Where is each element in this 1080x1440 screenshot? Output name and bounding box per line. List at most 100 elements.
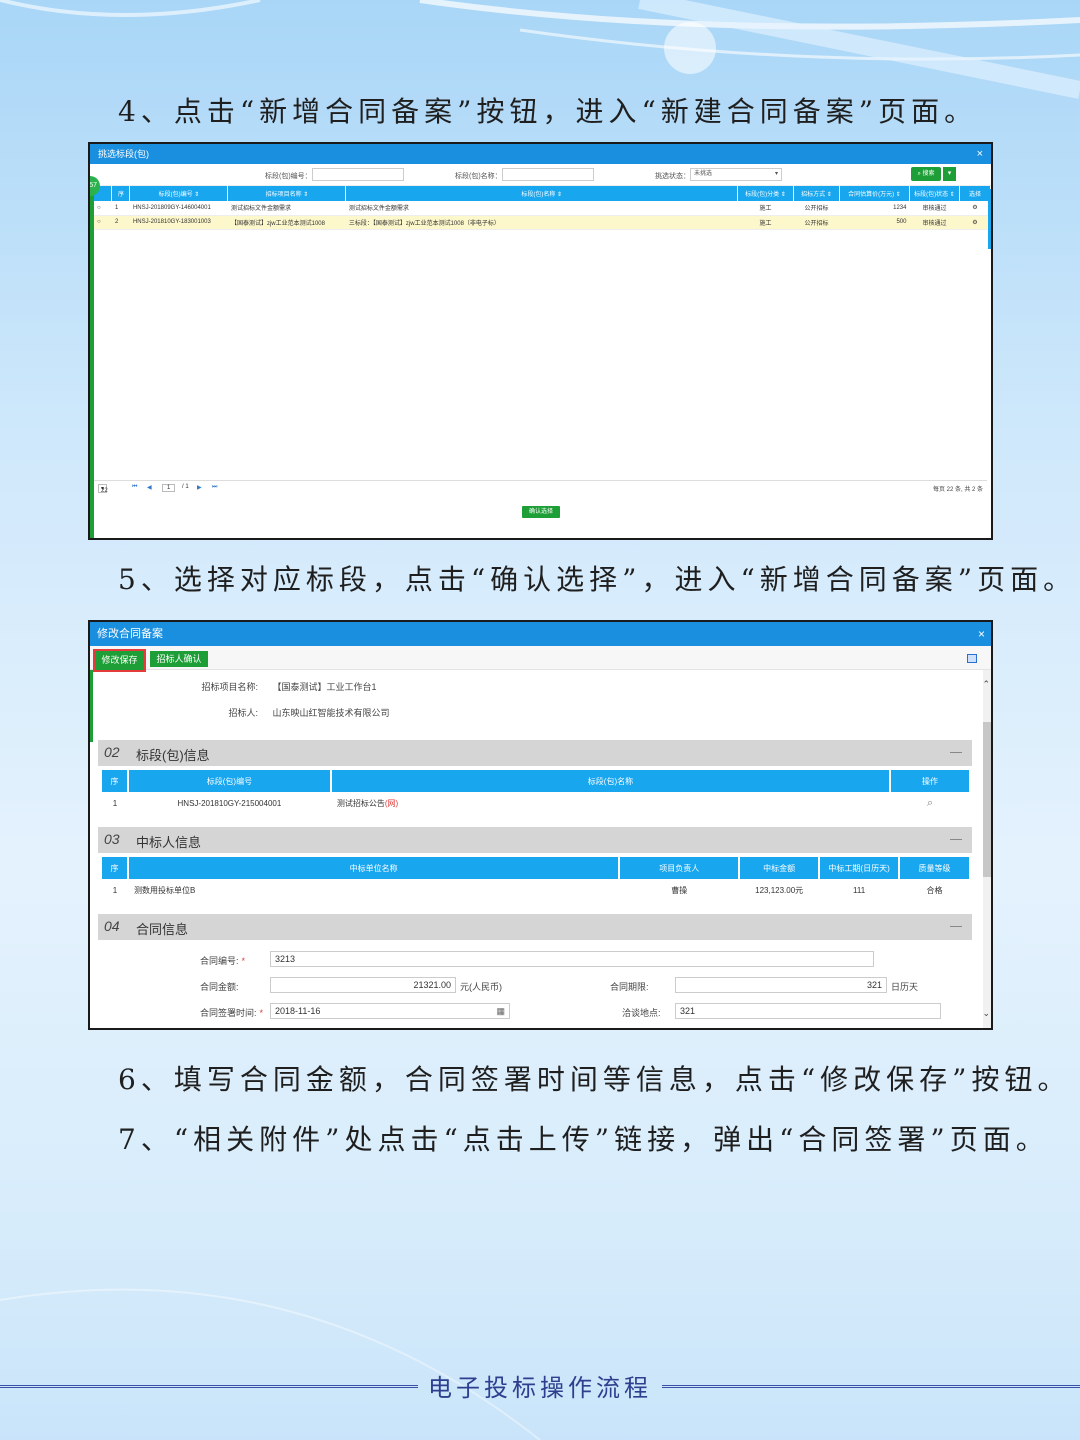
project-name-label: 招标项目名称: xyxy=(201,682,258,692)
form-icon[interactable] xyxy=(967,654,977,663)
search-icon[interactable]: ⌕ xyxy=(890,792,970,814)
page-input[interactable]: 1 xyxy=(162,484,176,492)
table-row[interactable]: ○ 1 HNSJ-201809GY-146004001 测试招标文件金额需求 测… xyxy=(94,201,991,216)
term-input[interactable]: 321 xyxy=(675,977,887,993)
chevron-down-icon: ▾ xyxy=(947,170,952,177)
col-code[interactable]: 标段(包)编号 ⇕ xyxy=(129,186,229,201)
row-name: 测试招标公告(网) xyxy=(331,792,890,814)
collapse-icon[interactable] xyxy=(950,839,962,840)
gear-icon[interactable]: ⚙ xyxy=(959,215,991,230)
sign-date-label-text: 合同签署时间: xyxy=(200,1008,257,1018)
search-button[interactable]: ⌕ 搜索 xyxy=(911,167,941,181)
row-no: 1 xyxy=(111,201,130,216)
next-page-icon[interactable]: ▶ xyxy=(197,484,202,491)
row-status: 审核通过 xyxy=(909,201,960,216)
row-winner: 测数用投标单位B xyxy=(133,885,196,895)
section-name-input[interactable] xyxy=(502,168,594,181)
place-label: 洽谈地点: xyxy=(622,1008,661,1018)
sign-date-value: 2018-11-16 xyxy=(275,1006,321,1016)
save-button[interactable]: 修改保存 xyxy=(93,649,146,672)
col-action: 操作 xyxy=(890,770,971,792)
col-period: 中标工期(日历天) xyxy=(819,857,901,879)
row-amount: 123,123.00元 xyxy=(755,885,804,895)
scrollbar-thumb[interactable] xyxy=(983,722,991,877)
row-code: HNSJ-201810GY-183001003 xyxy=(129,215,228,230)
table-header: 序 标段(包)编号 标段(包)名称 操作 xyxy=(102,770,971,792)
chevron-up-icon[interactable]: ⌃ xyxy=(982,679,990,690)
place-input[interactable]: 321 xyxy=(675,1003,941,1019)
toolbar: 修改保存 招标人确认 xyxy=(90,646,991,672)
col-winner: 中标单位名称 xyxy=(127,857,621,879)
row-estimate: 1234 xyxy=(839,201,910,216)
table-row: 1 HNSJ-201810GY-215004001 测试招标公告(网) ⌕ xyxy=(102,792,970,814)
calendar-icon[interactable]: ▦ xyxy=(496,1004,505,1018)
col-section-name[interactable]: 标段(包)名称 ⇕ xyxy=(345,186,739,201)
row-no: 2 xyxy=(111,215,130,230)
col-no: 序 xyxy=(111,186,131,201)
row-name-text: 测试招标公告 xyxy=(336,798,385,808)
row-method: 公开招标 xyxy=(793,215,840,230)
row-name-tag: (网) xyxy=(384,798,399,808)
last-page-icon[interactable]: ⏭ xyxy=(212,484,217,491)
section-code-input[interactable] xyxy=(312,168,404,181)
col-no: 序 xyxy=(102,857,129,879)
confirm-select-button[interactable]: 确认选择 xyxy=(522,506,560,518)
collapse-icon[interactable] xyxy=(950,926,962,927)
col-method[interactable]: 招标方式 ⇕ xyxy=(793,186,840,201)
col-quality: 质量等级 xyxy=(899,857,971,879)
close-icon[interactable]: × xyxy=(978,622,985,646)
section-header-03[interactable]: 03 中标人信息 xyxy=(98,827,972,853)
radio-button[interactable]: ○ xyxy=(94,215,112,230)
tenderer-confirm-button[interactable]: 招标人确认 xyxy=(150,651,208,667)
row-method: 公开招标 xyxy=(793,201,840,216)
sign-date-input[interactable]: 2018-11-16 ▦ xyxy=(270,1003,510,1019)
prev-page-icon[interactable]: ◀ xyxy=(147,484,152,491)
amount-input[interactable]: 21321.00 xyxy=(270,977,456,993)
gear-icon[interactable]: ⚙ xyxy=(959,201,991,216)
col-estimate[interactable]: 合同估算价(万元) ⇕ xyxy=(839,186,910,201)
section-header-02[interactable]: 02 标段(包)信息 xyxy=(98,740,972,766)
tenderer-value: 山东映山红智能技术有限公司 xyxy=(272,708,390,718)
radio-button[interactable]: ○ xyxy=(94,201,112,216)
step-7-text: 7、“相关附件”处点击“点击上传”链接，弹出“合同签署”页面。 xyxy=(118,1123,1049,1156)
left-accent-bar xyxy=(90,670,93,742)
step-6-text: 6、填写合同金额，合同签署时间等信息，点击“修改保存”按钮。 xyxy=(118,1063,1071,1096)
row-section-name: 测试招标文件金额需求 xyxy=(345,201,738,216)
dialog-title-bar: 挑选标段(包) × xyxy=(90,144,991,164)
pager: 22 ▾ ⏮ ◀ 1 / 1 ▶ ⏭ 每页 22 条, 共 2 条 xyxy=(94,480,987,494)
tenderer-row: 招标人: 山东映山红智能技术有限公司 xyxy=(170,706,390,719)
required-mark: * xyxy=(241,956,246,966)
status-select[interactable]: 未挑选 ▾ xyxy=(690,168,782,181)
status-value: 未挑选 xyxy=(694,171,713,177)
page-size-value: 22 xyxy=(101,488,108,494)
project-name-value: 【国泰测试】工业工作台1 xyxy=(272,682,377,692)
col-project[interactable]: 招标项目名称 ⇕ xyxy=(227,186,347,201)
footer-title: 电子投标操作流程 xyxy=(428,1374,652,1402)
page-size-select[interactable]: 22 ▾ xyxy=(98,484,108,494)
first-page-icon[interactable]: ⏮ xyxy=(132,484,137,491)
col-amount: 中标金额 xyxy=(739,857,821,879)
status-label: 挑选状态： xyxy=(655,173,690,180)
dialog-title: 挑选标段(包) xyxy=(98,149,149,159)
dialog-title-bar: 修改合同备案 × xyxy=(90,622,991,646)
col-no: 序 xyxy=(102,770,129,792)
required-mark: * xyxy=(259,1008,264,1018)
table-header: 序 标段(包)编号 ⇕ 招标项目名称 ⇕ 标段(包)名称 ⇕ 标段(包)分类 ⇕… xyxy=(94,186,991,201)
row-status: 审核通过 xyxy=(909,215,960,230)
section-info-table: 序 标段(包)编号 标段(包)名称 操作 1 HNSJ-201810GY-215… xyxy=(102,770,971,814)
close-icon[interactable]: × xyxy=(977,144,983,164)
term-label: 合同期限: xyxy=(610,982,649,992)
chevron-down-icon: ▾ xyxy=(774,171,778,177)
collapse-icon[interactable] xyxy=(950,752,962,753)
section-header-04[interactable]: 04 合同信息 xyxy=(98,914,972,940)
col-manager: 项目负责人 xyxy=(619,857,741,879)
expand-filter-button[interactable]: ▾ xyxy=(943,167,956,181)
row-category: 施工 xyxy=(737,201,794,216)
contract-no-input[interactable]: 3213 xyxy=(270,951,874,967)
col-category[interactable]: 标段(包)分类 ⇕ xyxy=(737,186,795,201)
step-5-text: 5、选择对应标段，点击“确认选择”，进入“新增合同备案”页面。 xyxy=(118,563,1077,596)
row-manager: 曹操 xyxy=(671,885,688,895)
col-status[interactable]: 标段(包)状态 ⇕ xyxy=(909,186,960,201)
chevron-down-icon[interactable]: ⌄ xyxy=(982,1008,990,1019)
table-row[interactable]: ○ 2 HNSJ-201810GY-183001003 【国泰测试】zjw工业范… xyxy=(94,215,991,230)
